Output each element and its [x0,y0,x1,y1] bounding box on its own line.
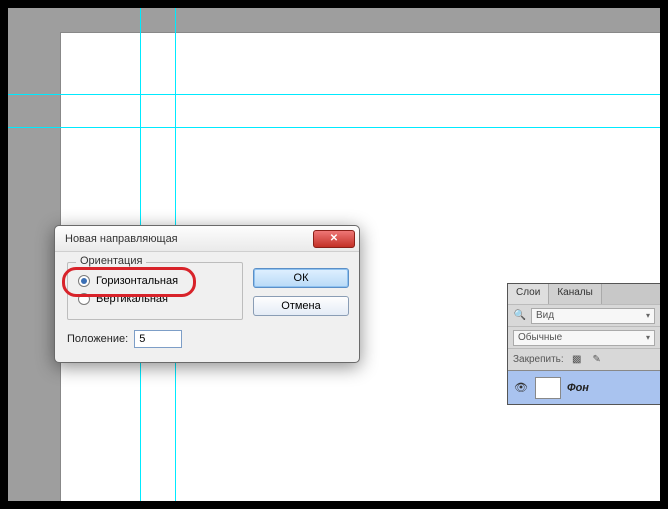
search-icon: 🔍 [513,309,527,323]
orientation-legend: Ориентация [76,255,146,267]
radio-vertical-label: Вертикальная [96,293,168,305]
blend-mode-dropdown[interactable]: Обычные ▾ [513,330,655,346]
chevron-down-icon: ▾ [646,333,650,342]
radio-icon [78,275,90,287]
radio-vertical[interactable]: Вертикальная [78,293,232,305]
brush-icon[interactable]: ✎ [590,353,604,367]
dialog-title: Новая направляющая [65,233,178,245]
layers-panel: Слои Каналы 🔍 Вид ▾ Обычные ▾ Закрепить:… [507,283,661,405]
tab-layers[interactable]: Слои [508,284,549,304]
blend-mode-value: Обычные [518,332,562,343]
lock-label: Закрепить: [513,354,564,365]
layer-thumbnail [535,377,561,399]
close-button[interactable]: ✕ [313,230,355,248]
layer-item[interactable]: 👁 Фон [508,370,660,404]
lock-transparent-icon[interactable]: ▩ [570,353,584,367]
filter-label: Вид [536,310,554,321]
layer-name: Фон [567,382,589,394]
guide-horizontal[interactable] [8,94,660,95]
visibility-icon[interactable]: 👁 [513,380,529,396]
new-guide-dialog: Новая направляющая ✕ Ориентация Горизонт… [54,225,360,363]
chevron-down-icon: ▾ [646,311,650,320]
filter-dropdown[interactable]: Вид ▾ [531,308,655,324]
dialog-titlebar[interactable]: Новая направляющая ✕ [55,226,359,252]
guide-horizontal[interactable] [8,127,660,128]
close-icon: ✕ [330,233,338,244]
ok-button[interactable]: ОК [253,268,349,288]
cancel-button[interactable]: Отмена [253,296,349,316]
tab-channels[interactable]: Каналы [549,284,602,304]
orientation-group: Ориентация Горизонтальная Вертикальная [67,262,243,320]
radio-horizontal-label: Горизонтальная [96,275,178,287]
radio-icon [78,293,90,305]
position-input[interactable] [134,330,182,348]
position-label: Положение: [67,333,128,345]
radio-horizontal[interactable]: Горизонтальная [78,275,232,287]
